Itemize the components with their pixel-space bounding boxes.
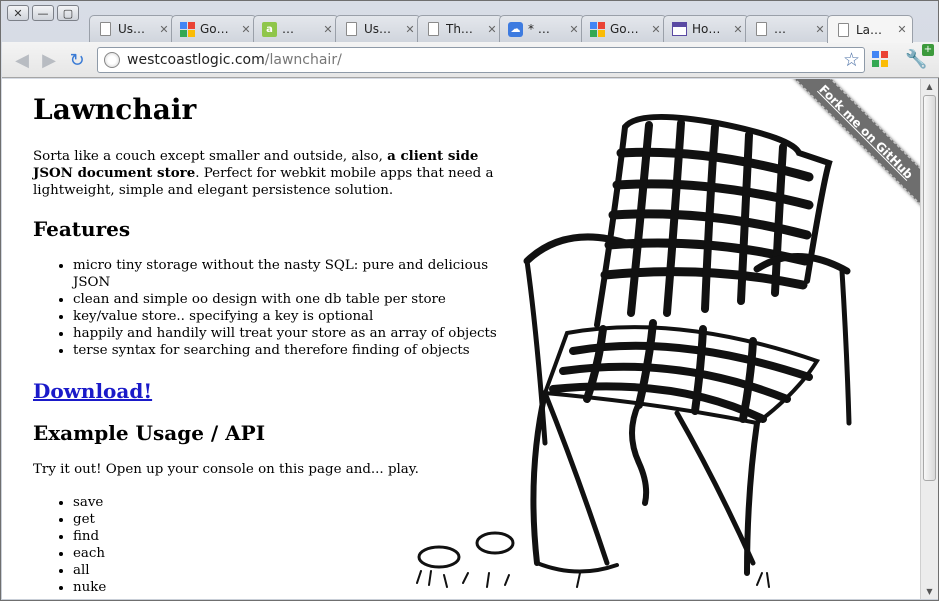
list-item: remove	[73, 596, 513, 599]
forward-arrow-icon: ▶	[42, 49, 56, 71]
tab-strip: Us… ✕ Go… ✕ a … ✕ Us… ✕ Th… ✕ ☁ * … ✕ Go…	[85, 15, 939, 43]
tab-active[interactable]: La… ✕	[827, 15, 913, 43]
page-icon	[836, 22, 851, 37]
list-item: key/value store.. specifying a key is op…	[73, 308, 513, 325]
features-list: micro tiny storage without the nasty SQL…	[33, 257, 513, 359]
list-item: each	[73, 545, 513, 562]
tab-close-icon[interactable]: ✕	[322, 23, 334, 36]
list-item: micro tiny storage without the nasty SQL…	[73, 257, 513, 291]
close-icon: ✕	[13, 6, 23, 20]
tab[interactable]: Go… ✕	[171, 15, 257, 42]
google-extension-icon[interactable]	[872, 51, 889, 68]
update-badge-icon: +	[922, 44, 934, 56]
google-icon	[180, 21, 195, 37]
tab[interactable]: Th… ✕	[417, 15, 503, 42]
tab-close-icon[interactable]: ✕	[240, 23, 252, 36]
intro-paragraph: Sorta like a couch except smaller and ou…	[33, 148, 494, 198]
back-button[interactable]: ◀	[10, 48, 34, 72]
browser-window: ✕ — ▢ Us… ✕ Go… ✕ a … ✕ Us… ✕ Th… ✕ ☁ * …	[0, 0, 939, 601]
tab-close-icon[interactable]: ✕	[814, 23, 826, 36]
reload-icon: ↻	[69, 49, 85, 71]
minimize-icon: —	[37, 6, 49, 20]
maximize-window-button[interactable]: ▢	[57, 5, 79, 21]
list-item: save	[73, 494, 513, 511]
address-bar[interactable]: westcoastlogic.com/lawnchair/ ☆	[97, 47, 865, 73]
a-app-icon: a	[262, 21, 277, 37]
page-icon	[344, 22, 359, 37]
page-viewport: Lawnchair Sorta like a couch except smal…	[2, 79, 920, 599]
tab-close-icon[interactable]: ✕	[896, 23, 908, 36]
forward-button[interactable]: ▶	[37, 48, 61, 72]
page-icon	[426, 22, 441, 37]
github-ribbon-container: Fork me on GitHub	[770, 79, 920, 229]
list-item: find	[73, 528, 513, 545]
list-item: all	[73, 562, 513, 579]
fork-on-github-ribbon[interactable]: Fork me on GitHub	[786, 79, 920, 212]
tab-close-icon[interactable]: ✕	[486, 23, 498, 36]
download-link[interactable]: Download!	[33, 379, 513, 403]
tab[interactable]: Go… ✕	[581, 15, 667, 42]
usage-heading: Example Usage / API	[33, 421, 266, 445]
tab-close-icon[interactable]: ✕	[732, 23, 744, 36]
vertical-scrollbar[interactable]: ▲ ▼	[920, 79, 938, 599]
api-methods-list: save get find each all nuke remove	[33, 494, 513, 599]
close-window-button[interactable]: ✕	[7, 5, 29, 21]
usage-paragraph: Try it out! Open up your console on this…	[33, 462, 419, 477]
features-heading: Features	[33, 217, 131, 241]
url-text: westcoastlogic.com/lawnchair/	[127, 52, 342, 68]
list-item: clean and simple oo design with one db t…	[73, 291, 513, 308]
tab[interactable]: ☁ * … ✕	[499, 15, 585, 42]
list-item: terse syntax for searching and therefore…	[73, 342, 513, 359]
list-item: nuke	[73, 579, 513, 596]
tab-close-icon[interactable]: ✕	[650, 23, 662, 36]
reload-button[interactable]: ↻	[65, 48, 89, 72]
scroll-thumb[interactable]	[923, 95, 936, 481]
browser-toolbar: ◀ ▶ ↻ westcoastlogic.com/lawnchair/ ☆ 🔧 …	[2, 42, 939, 78]
list-item: get	[73, 511, 513, 528]
scroll-up-icon[interactable]: ▲	[921, 79, 938, 94]
calendar-icon	[672, 22, 687, 37]
tab[interactable]: Ho… ✕	[663, 15, 749, 42]
tab[interactable]: Us… ✕	[335, 15, 421, 42]
cloud-icon: ☁	[508, 21, 523, 37]
tab-close-icon[interactable]: ✕	[404, 23, 416, 36]
tab-close-icon[interactable]: ✕	[568, 23, 580, 36]
maximize-icon: ▢	[62, 6, 74, 20]
page-icon	[754, 22, 769, 37]
page-title: Lawnchair	[33, 93, 197, 126]
tab[interactable]: … ✕	[745, 15, 831, 42]
tab-close-icon[interactable]: ✕	[158, 23, 170, 36]
list-item: happily and handily will treat your stor…	[73, 325, 513, 342]
google-icon	[590, 21, 605, 37]
bookmark-star-icon[interactable]: ☆	[843, 49, 860, 71]
page-icon	[98, 22, 113, 37]
scroll-down-icon[interactable]: ▼	[921, 584, 938, 599]
main-content: Lawnchair Sorta like a couch except smal…	[33, 93, 513, 599]
tab[interactable]: Us… ✕	[89, 15, 175, 42]
back-arrow-icon: ◀	[15, 49, 29, 71]
tab[interactable]: a … ✕	[253, 15, 339, 42]
minimize-window-button[interactable]: —	[32, 5, 54, 21]
globe-icon	[104, 52, 120, 68]
